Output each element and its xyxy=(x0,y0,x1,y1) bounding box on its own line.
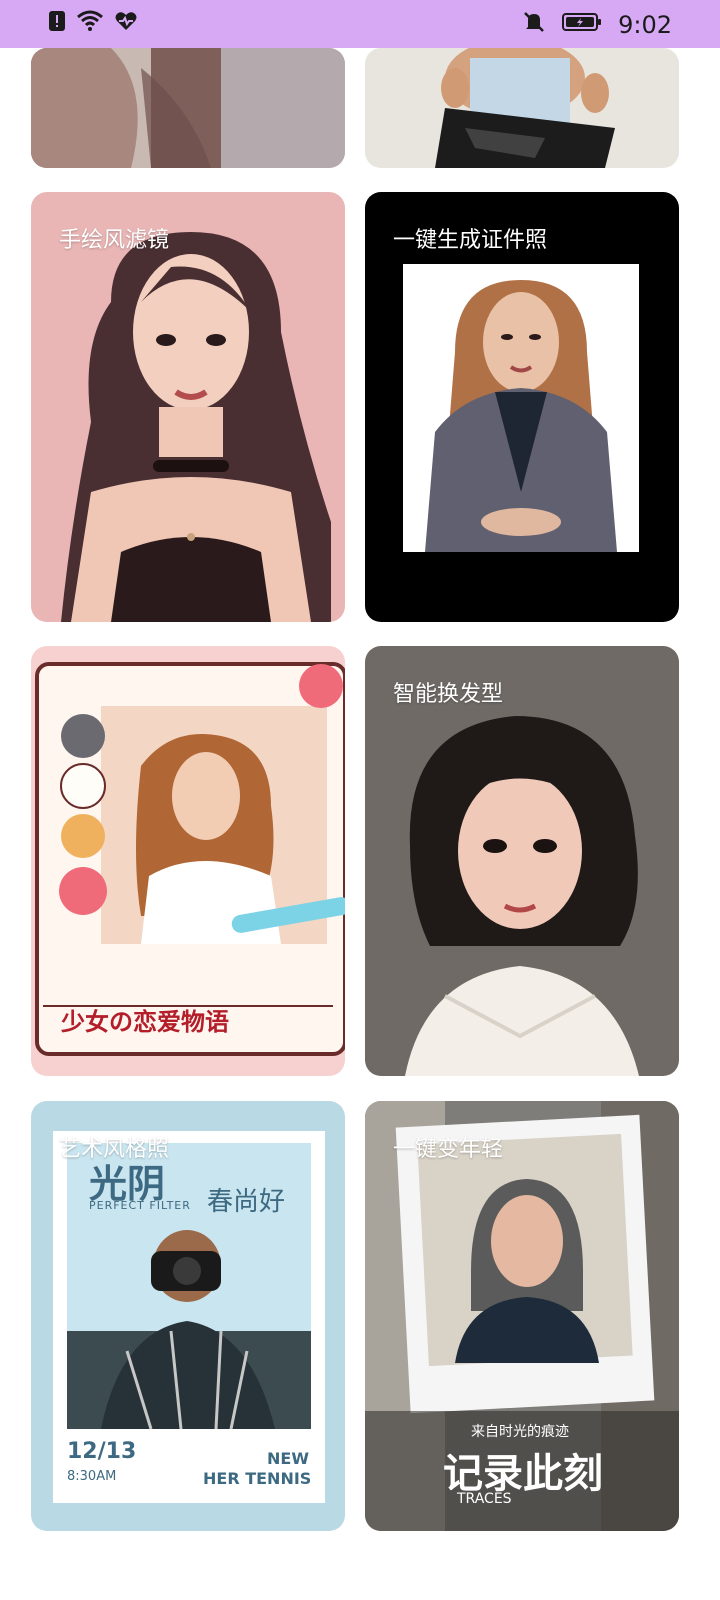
feature-card-id-photo[interactable]: 一键生成证件照 xyxy=(365,192,679,622)
status-left xyxy=(48,10,138,37)
feature-card-girl-story[interactable]: 少女の恋爱物语 xyxy=(31,646,345,1076)
battery-icon xyxy=(562,10,602,39)
card-image xyxy=(31,48,345,168)
heart-rate-icon xyxy=(114,10,138,37)
card-image xyxy=(365,48,679,168)
poster-tag: HER TENNIS xyxy=(203,1469,312,1488)
card-title: 一键生成证件照 xyxy=(393,228,548,253)
poster-sub: PERFECT FILTER xyxy=(89,1199,191,1212)
card-title: 手绘风滤镜 xyxy=(59,228,170,253)
poster-new: NEW xyxy=(267,1449,309,1468)
poster-slogan: 春尚好 xyxy=(207,1187,286,1217)
poster-time: 8:30AM xyxy=(67,1469,117,1484)
wifi-icon xyxy=(76,10,104,37)
feature-card-age-change[interactable]: 一键变年轻 来自时光的痕迹 记录此刻 TRACES xyxy=(365,1101,679,1531)
card-title: 智能换发型 xyxy=(393,682,504,707)
alert-icon xyxy=(48,10,66,37)
feature-card-hair-change[interactable]: 智能换发型 xyxy=(365,646,679,1076)
mute-icon xyxy=(522,10,546,39)
feature-card-top-left[interactable] xyxy=(31,48,345,168)
card-overlay-text: 少女の恋爱物语 xyxy=(61,1008,229,1036)
feature-card-art-style[interactable]: 艺术风格照 光阴 PERFECT FILTER 春尚好 12/13 8:30AM… xyxy=(31,1101,345,1531)
status-right: 9:02 xyxy=(522,10,672,39)
feature-card-hand-drawn[interactable]: 手绘风滤镜 xyxy=(31,192,345,622)
feature-card-top-right[interactable] xyxy=(365,48,679,168)
status-bar: 9:02 xyxy=(0,0,720,48)
card-title: 一键变年轻 xyxy=(393,1137,504,1162)
card-image xyxy=(365,646,679,1076)
poster-date: 12/13 xyxy=(67,1439,137,1464)
status-time: 9:02 xyxy=(618,10,672,39)
card-image xyxy=(31,192,345,622)
poster-sub: TRACES xyxy=(457,1491,512,1507)
card-image xyxy=(365,192,679,622)
poster-top: 来自时光的痕迹 xyxy=(471,1424,569,1440)
